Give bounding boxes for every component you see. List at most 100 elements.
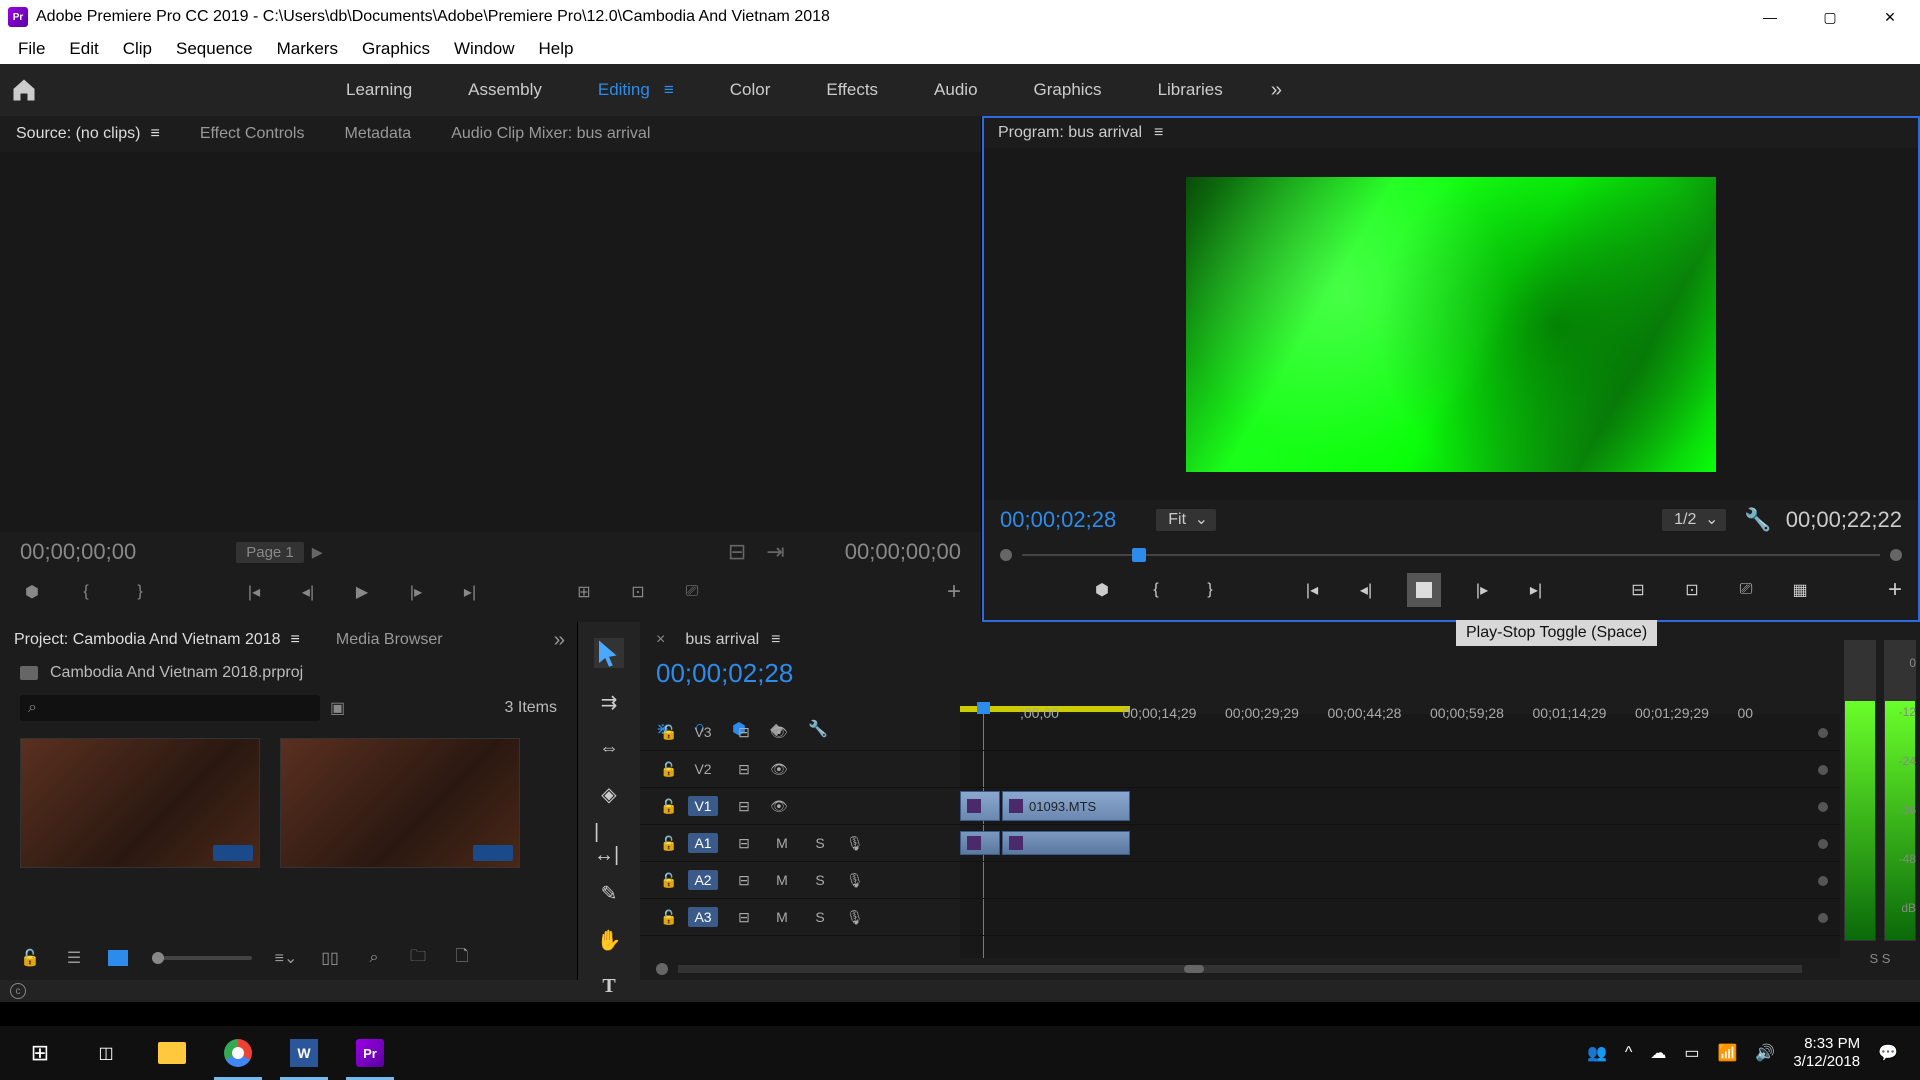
workspace-libraries[interactable]: Libraries [1130, 64, 1251, 116]
hamburger-icon[interactable]: ≡ [1154, 124, 1163, 142]
task-view-button[interactable]: ◫ [74, 1026, 138, 1080]
step-back-button[interactable]: ◂| [1353, 577, 1379, 603]
workspace-overflow[interactable]: ›› [1271, 79, 1280, 102]
workspace-effects[interactable]: Effects [798, 64, 906, 116]
fx-icon[interactable] [967, 799, 981, 813]
close-button[interactable]: ✕ [1860, 0, 1920, 34]
hamburger-icon[interactable]: ≡ [664, 80, 674, 100]
lift-button[interactable]: ⊟ [1625, 577, 1651, 603]
workspace-color[interactable]: Color [702, 64, 799, 116]
menu-sequence[interactable]: Sequence [166, 37, 263, 61]
tab-audio-mixer[interactable]: Audio Clip Mixer: bus arrival [451, 125, 650, 143]
close-sequence-button[interactable]: × [656, 631, 665, 649]
export-frame-button[interactable]: ⎚ [1733, 577, 1759, 603]
insert-button[interactable]: ⊞ [572, 580, 596, 604]
workspace-graphics[interactable]: Graphics [1006, 64, 1130, 116]
zoom-selector[interactable]: Fit [1156, 509, 1216, 531]
lock-icon[interactable]: 🔓 [660, 798, 674, 815]
panel-overflow[interactable]: ›› [554, 629, 563, 652]
battery-icon[interactable]: ▭ [1684, 1043, 1699, 1063]
fx-icon[interactable] [1009, 836, 1023, 850]
step-fwd-button[interactable]: |▸ [1469, 577, 1495, 603]
fx-icon[interactable] [967, 836, 981, 850]
sync-lock-icon[interactable]: ⊟ [732, 761, 756, 778]
slip-tool[interactable]: |↔| [594, 829, 624, 859]
overwrite-button[interactable]: ⊡ [626, 580, 650, 604]
overwrite-icon[interactable]: ⇥ [766, 539, 784, 565]
tab-metadata[interactable]: Metadata [344, 125, 411, 143]
fx-icon[interactable] [1009, 799, 1023, 813]
volume-icon[interactable]: 🔊 [1755, 1043, 1775, 1063]
notifications-icon[interactable]: 💬 [1878, 1043, 1898, 1063]
play-stop-button[interactable] [1407, 573, 1441, 607]
tab-media-browser[interactable]: Media Browser [336, 631, 443, 649]
clock[interactable]: 8:33 PM 3/12/2018 [1793, 1035, 1860, 1071]
comparison-view-button[interactable]: ▦ [1787, 577, 1813, 603]
audio-clip[interactable] [960, 831, 1000, 855]
selection-tool[interactable] [594, 638, 624, 668]
ripple-edit-tool[interactable]: ⇔ [594, 737, 624, 760]
step-back-button[interactable]: ◂| [296, 580, 320, 604]
program-viewport[interactable] [984, 148, 1918, 500]
mark-out-button[interactable]: } [128, 580, 152, 604]
clip-thumbnail[interactable] [280, 738, 520, 868]
playhead-icon[interactable] [1132, 548, 1146, 562]
tab-project[interactable]: Project: Cambodia And Vietnam 2018≡ [14, 631, 300, 649]
step-fwd-button[interactable]: |▸ [404, 580, 428, 604]
new-item-button[interactable]: 🗋 [452, 948, 472, 968]
menu-help[interactable]: Help [528, 37, 583, 61]
track-header-v1[interactable]: 🔓V1⊟👁 [640, 788, 960, 825]
track-header-a1[interactable]: 🔓A1⊟MS🎙 [640, 825, 960, 862]
hamburger-icon[interactable]: ≡ [291, 631, 300, 649]
pen-tool[interactable]: ✎ [594, 881, 624, 906]
track-header-a2[interactable]: 🔓A2⊟MS🎙 [640, 862, 960, 899]
list-view-button[interactable]: ☰ [64, 948, 84, 968]
maximize-button[interactable]: ▢ [1800, 0, 1860, 34]
search-input[interactable]: ⌕ [20, 695, 320, 721]
tab-effect-controls[interactable]: Effect Controls [200, 125, 305, 143]
menu-markers[interactable]: Markers [267, 37, 348, 61]
filter-bin-button[interactable]: ▣ [330, 698, 345, 718]
hand-tool[interactable]: ✋ [594, 928, 624, 953]
workspace-learning[interactable]: Learning [318, 64, 440, 116]
source-tc-out[interactable]: 00;00;00;00 [845, 539, 961, 565]
lock-icon[interactable]: 🔓 [660, 835, 674, 852]
premiere-button[interactable]: Pr [338, 1026, 402, 1080]
program-scrubber[interactable] [1000, 540, 1902, 570]
mark-in-button[interactable]: { [74, 580, 98, 604]
minimize-button[interactable]: — [1740, 0, 1800, 34]
insert-icon[interactable]: ⊟ [728, 539, 746, 565]
onedrive-icon[interactable]: ☁ [1650, 1043, 1666, 1063]
solo-button[interactable]: S [808, 909, 832, 925]
start-button[interactable]: ⊞ [8, 1026, 72, 1080]
worksp -audio[interactable]: Audio [906, 64, 1005, 116]
razor-tool[interactable]: ◈ [594, 782, 624, 807]
track-select-tool[interactable]: ⇉ [594, 690, 624, 715]
go-to-in-button[interactable]: |◂ [242, 580, 266, 604]
lock-icon[interactable]: 🔓 [660, 909, 674, 926]
lock-icon[interactable]: 🔓 [20, 948, 40, 968]
timeline-ruler[interactable]: ;00;00 00;00;14;29 00;00;29;29 00;00;44;… [1020, 702, 1840, 724]
word-button[interactable]: W [272, 1026, 336, 1080]
timeline-tracks[interactable]: 01093.MTS [960, 714, 1840, 958]
tray-expand-icon[interactable]: ^ [1625, 1044, 1633, 1062]
page-selector[interactable]: Page 1 [236, 542, 304, 563]
source-tc-in[interactable]: 00;00;00;00 [20, 539, 136, 565]
program-tc[interactable]: 00;00;02;28 [1000, 507, 1116, 533]
hamburger-icon[interactable]: ≡ [151, 125, 160, 143]
clip-thumbnail[interactable] [20, 738, 260, 868]
eye-icon[interactable]: 👁 [770, 798, 794, 815]
play-button[interactable]: ▶ [350, 580, 374, 604]
play-icon[interactable]: ▸ [312, 539, 323, 565]
icon-view-button[interactable] [108, 950, 128, 966]
mute-button[interactable]: M [770, 872, 794, 888]
lock-icon[interactable]: 🔓 [660, 872, 674, 889]
go-to-out-button[interactable]: ▸| [1523, 577, 1549, 603]
sync-lock-icon[interactable]: ⊟ [732, 724, 756, 741]
home-button[interactable] [10, 76, 38, 104]
mark-in-button[interactable]: { [1143, 577, 1169, 603]
button-editor[interactable]: + [1888, 576, 1902, 604]
cc-icon[interactable]: c [10, 983, 26, 999]
clip[interactable] [960, 791, 1000, 821]
tab-source[interactable]: Source: (no clips)≡ [16, 125, 160, 143]
